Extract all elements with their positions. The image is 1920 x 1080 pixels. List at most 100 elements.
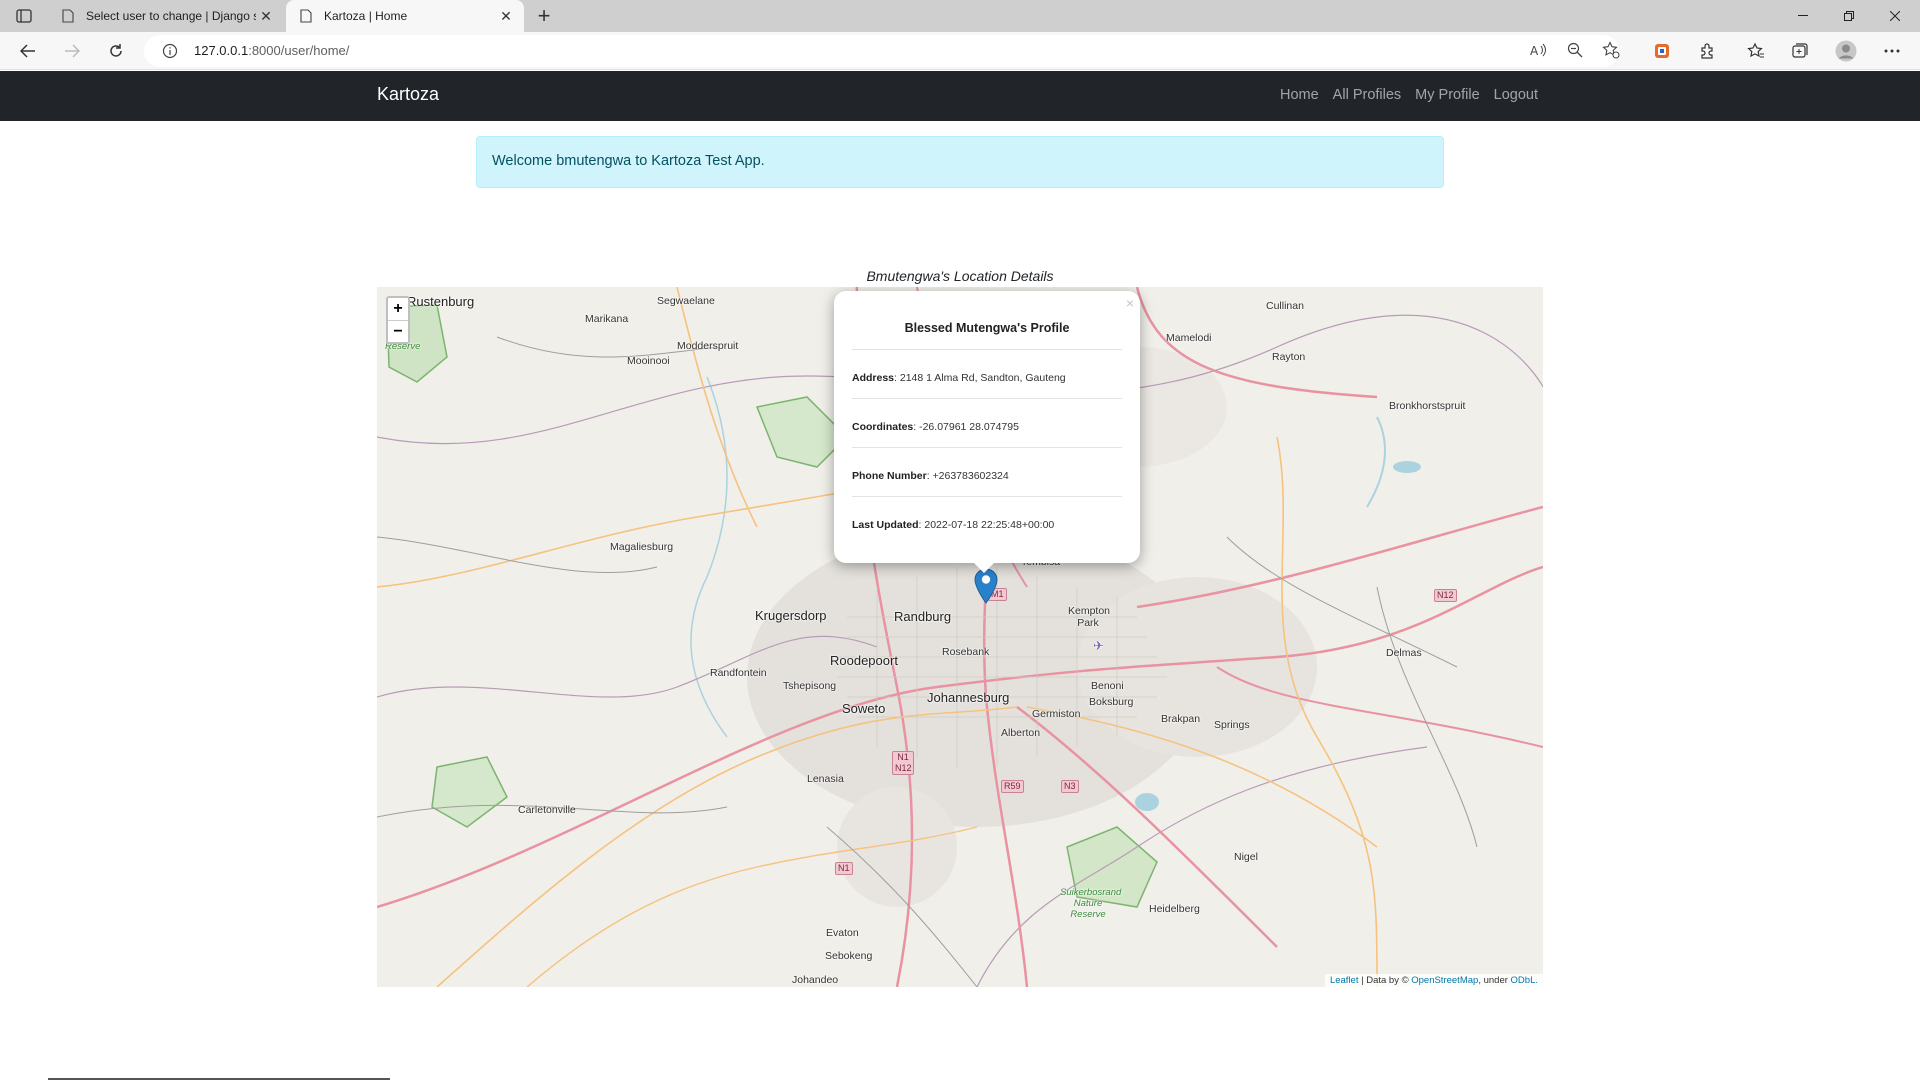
road-shield: N1 N12: [892, 751, 914, 775]
popup-divider: [852, 398, 1122, 399]
tab-title: Select user to change | Django s: [86, 9, 256, 23]
url-text[interactable]: 127.0.0.1:8000/user/home/: [194, 43, 349, 58]
location-marker-icon[interactable]: [974, 568, 998, 604]
popup-coordinates: Coordinates: -26.07961 28.074795: [852, 421, 1122, 433]
place-label: Marikana: [585, 313, 629, 325]
read-aloud-icon[interactable]: A: [1526, 37, 1552, 63]
leaflet-link[interactable]: Leaflet: [1330, 975, 1359, 986]
popup-divider: [852, 496, 1122, 497]
nav-home[interactable]: Home: [1280, 87, 1319, 103]
place-label: Magaliesburg: [610, 541, 674, 553]
popup-address: Address: 2148 1 Alma Rd, Sandton, Gauten…: [852, 372, 1122, 384]
zoom-out-button[interactable]: −: [388, 320, 408, 342]
tab-kartoza-home[interactable]: Kartoza | Home ✕: [286, 0, 524, 32]
page-icon: [298, 8, 314, 24]
place-label: Johandeo: [792, 974, 839, 986]
place-label: Sebokeng: [825, 950, 873, 962]
url-path: :8000/user/home/: [248, 43, 350, 58]
address-label: Address: [852, 372, 895, 384]
popup-divider: [852, 447, 1122, 448]
profile-avatar-icon[interactable]: [1832, 37, 1860, 65]
attribution-text: , under: [1478, 975, 1511, 986]
road-shield: R59: [1001, 780, 1024, 793]
openstreetmap-link[interactable]: OpenStreetMap: [1411, 975, 1478, 986]
place-label: Mamelodi: [1166, 332, 1212, 344]
url-host: 127.0.0.1: [194, 43, 249, 58]
coordinates-value: : -26.07961 28.074795: [913, 421, 1019, 433]
attribution-text: | Data by ©: [1358, 975, 1412, 986]
place-label: Nigel: [1234, 851, 1258, 863]
popup-tip: [972, 561, 996, 573]
place-label: Lenasia: [807, 773, 844, 785]
place-label: Johannesburg: [927, 690, 1010, 705]
address-value: : 2148 1 Alma Rd, Sandton, Gauteng: [894, 372, 1066, 384]
extension-shield-icon[interactable]: [1648, 37, 1676, 65]
place-label: Benoni: [1091, 680, 1124, 692]
close-window-icon[interactable]: [1872, 0, 1918, 32]
place-label: Suikerbosrand Nature Reserve: [1060, 887, 1122, 920]
updated-label: Last Updated: [852, 519, 919, 531]
more-menu-icon[interactable]: [1878, 37, 1906, 65]
svg-text:A: A: [1530, 44, 1539, 57]
collections-icon[interactable]: [1786, 37, 1814, 65]
popup-close-icon[interactable]: ×: [1126, 295, 1134, 311]
address-bar[interactable]: 127.0.0.1:8000/user/home/: [144, 35, 1619, 67]
browser-tabstrip: Select user to change | Django s ✕ Karto…: [0, 0, 1920, 32]
browser-toolbar: 127.0.0.1:8000/user/home/ A: [0, 32, 1920, 70]
tab-django-admin[interactable]: Select user to change | Django s ✕: [48, 0, 284, 32]
back-icon[interactable]: [14, 37, 42, 65]
favorite-add-icon[interactable]: [1598, 37, 1624, 63]
place-label: Rayton: [1272, 351, 1306, 363]
place-label: Kempton Park: [1068, 605, 1111, 629]
info-icon[interactable]: [162, 43, 178, 59]
close-tab-icon[interactable]: ✕: [256, 6, 276, 26]
place-label: Cullinan: [1266, 300, 1304, 312]
place-label: Mooinooi: [627, 355, 670, 367]
road-shield: N1: [835, 862, 853, 875]
forward-icon[interactable]: [58, 37, 86, 65]
favorites-icon[interactable]: [1742, 37, 1770, 65]
restore-icon[interactable]: [1826, 0, 1872, 32]
refresh-icon[interactable]: [102, 37, 130, 65]
place-label: Roodepoort: [830, 653, 898, 668]
zoom-control: + −: [386, 296, 410, 344]
new-tab-icon[interactable]: +: [532, 3, 556, 28]
extensions-icon[interactable]: [1694, 37, 1722, 65]
place-label: Randfontein: [710, 667, 767, 679]
brand-link[interactable]: Kartoza: [377, 84, 439, 105]
nav-all-profiles[interactable]: All Profiles: [1333, 87, 1402, 103]
site-navbar: Kartoza Home All Profiles My Profile Log…: [0, 71, 1920, 121]
nav-my-profile[interactable]: My Profile: [1415, 87, 1479, 103]
leaflet-map[interactable]: Rustenburg Segwaelane Marikana Modderspr…: [377, 287, 1543, 987]
place-label: Brakpan: [1161, 713, 1201, 725]
page-icon: [60, 8, 76, 24]
place-label: Carletonville: [518, 804, 576, 816]
popup-phone: Phone Number: +263783602324: [852, 470, 1122, 482]
place-label: Alberton: [1001, 727, 1041, 739]
place-label: Modderspruit: [677, 340, 739, 352]
place-label: Segwaelane: [657, 295, 715, 307]
place-label: Tshepisong: [783, 680, 837, 692]
updated-value: : 2022-07-18 22:25:48+00:00: [918, 519, 1055, 531]
phone-label: Phone Number: [852, 470, 927, 482]
place-label: Germiston: [1032, 708, 1081, 720]
tab-actions-icon[interactable]: [10, 6, 38, 26]
map-attribution: Leaflet | Data by © OpenStreetMap, under…: [1324, 974, 1543, 987]
phone-value: : +263783602324: [926, 470, 1009, 482]
nav-links: Home All Profiles My Profile Logout: [1280, 87, 1538, 103]
zoom-out-icon[interactable]: [1562, 37, 1588, 63]
zoom-in-button[interactable]: +: [388, 298, 408, 320]
popup-title: Blessed Mutengwa's Profile: [904, 321, 1070, 335]
minimize-icon[interactable]: [1780, 0, 1826, 32]
place-label: Springs: [1214, 719, 1250, 731]
odbl-link[interactable]: ODbL.: [1511, 975, 1538, 986]
tab-title: Kartoza | Home: [324, 9, 408, 23]
airport-icon: ✈: [1093, 638, 1104, 653]
nav-logout[interactable]: Logout: [1494, 87, 1538, 103]
map-caption: Bmutengwa's Location Details: [866, 268, 1054, 284]
place-label: Randburg: [894, 609, 952, 624]
place-label: Delmas: [1386, 647, 1422, 659]
close-tab-icon[interactable]: ✕: [496, 6, 516, 26]
place-label: Bronkhorstspruit: [1389, 400, 1466, 412]
place-label: Boksburg: [1089, 696, 1134, 708]
